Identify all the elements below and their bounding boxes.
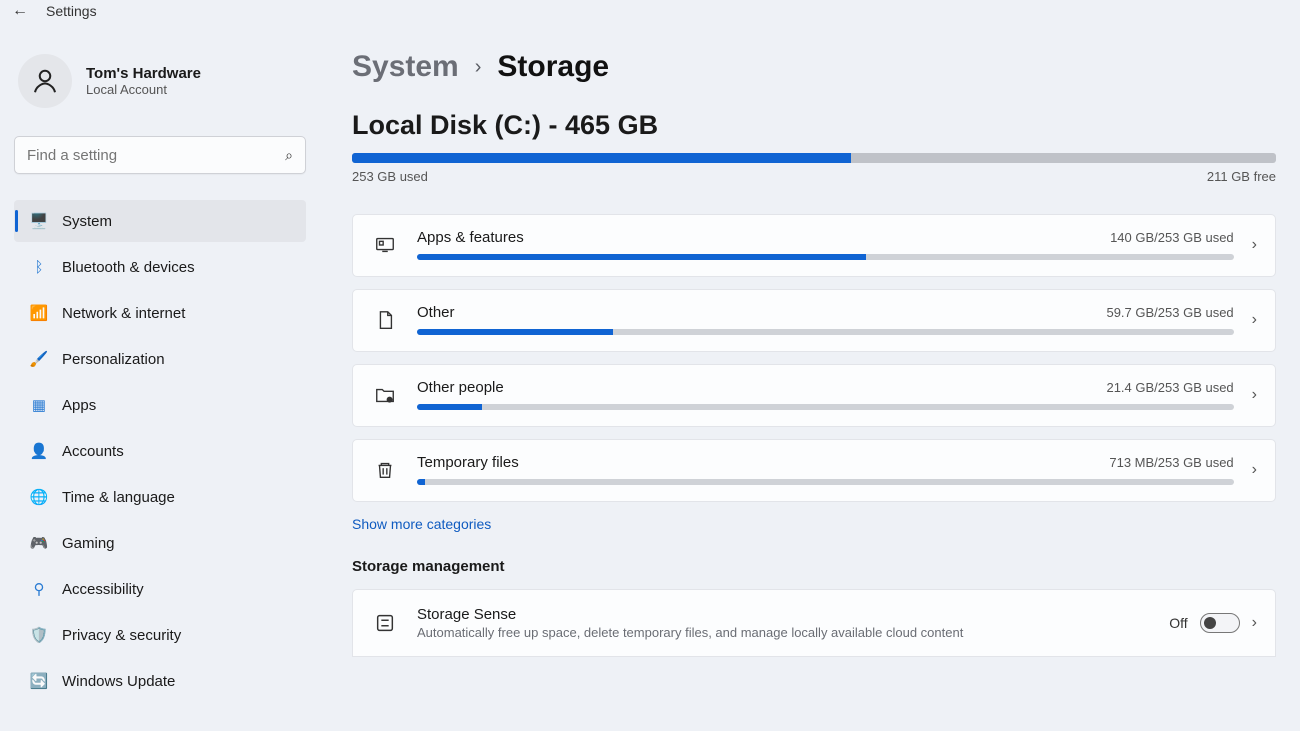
network-icon: 📶: [30, 304, 48, 322]
apps-icon: ▦: [30, 396, 48, 414]
category-usage: 140 GB/253 GB used: [1110, 230, 1234, 245]
nav-item-label: Apps: [62, 397, 96, 414]
nav-item-label: Accessibility: [62, 581, 144, 598]
storage-sense-desc: Automatically free up space, delete temp…: [417, 625, 963, 640]
personalization-icon: 🖌️: [30, 350, 48, 368]
sidebar: Tom's Hardware Local Account ⌕ 🖥️ System ᛒ…: [0, 26, 320, 731]
chevron-right-icon[interactable]: ›: [1252, 386, 1257, 404]
nav-item-network[interactable]: 📶 Network & internet: [14, 292, 306, 334]
disk-free-label: 211 GB free: [1207, 169, 1276, 184]
breadcrumb: System › Storage: [352, 50, 1276, 84]
person-icon: [30, 66, 60, 96]
nav-item-label: Time & language: [62, 489, 175, 506]
update-icon: 🔄: [30, 672, 48, 690]
nav-item-label: Personalization: [62, 351, 165, 368]
chevron-right-icon[interactable]: ›: [1252, 461, 1257, 479]
storage-sense-card[interactable]: Storage Sense Automatically free up spac…: [352, 589, 1276, 657]
titlebar: ← Settings: [0, 0, 1300, 26]
category-usage: 21.4 GB/253 GB used: [1106, 380, 1233, 395]
category-name: Apps & features: [417, 229, 524, 246]
disk-used-label: 253 GB used: [352, 169, 428, 184]
nav-item-accessibility[interactable]: ⚲ Accessibility: [14, 568, 306, 610]
system-icon: 🖥️: [30, 212, 48, 230]
storage-sense-title: Storage Sense: [417, 606, 963, 623]
chevron-right-icon[interactable]: ›: [1252, 236, 1257, 254]
nav-item-accounts[interactable]: 👤 Accounts: [14, 430, 306, 472]
profile-name: Tom's Hardware: [86, 65, 201, 82]
category-card[interactable]: Apps & features 140 GB/253 GB used ›: [352, 214, 1276, 277]
time-icon: 🌐: [30, 488, 48, 506]
nav-item-label: Privacy & security: [62, 627, 181, 644]
person-folder-icon: [371, 384, 399, 406]
back-arrow-icon[interactable]: ←: [12, 2, 28, 20]
disk-usage-bar: [352, 153, 1276, 163]
file-icon: [371, 309, 399, 331]
category-list: Apps & features 140 GB/253 GB used › Other 5…: [352, 214, 1276, 502]
category-bar: [417, 479, 1234, 485]
chevron-right-icon[interactable]: ›: [1252, 614, 1257, 632]
accounts-icon: 👤: [30, 442, 48, 460]
storage-management-heading: Storage management: [352, 558, 1276, 575]
nav-item-gaming[interactable]: 🎮 Gaming: [14, 522, 306, 564]
search-box[interactable]: ⌕: [14, 136, 306, 174]
nav-item-update[interactable]: 🔄 Windows Update: [14, 660, 306, 702]
gaming-icon: 🎮: [30, 534, 48, 552]
app-title: Settings: [46, 3, 97, 19]
avatar: [18, 54, 72, 108]
nav-item-label: Windows Update: [62, 673, 175, 690]
accessibility-icon: ⚲: [30, 580, 48, 598]
trash-icon: [371, 459, 399, 481]
chevron-right-icon[interactable]: ›: [1252, 311, 1257, 329]
nav-item-label: Accounts: [62, 443, 124, 460]
category-card[interactable]: Other people 21.4 GB/253 GB used ›: [352, 364, 1276, 427]
category-usage: 59.7 GB/253 GB used: [1106, 305, 1233, 320]
nav-item-label: Bluetooth & devices: [62, 259, 195, 276]
category-name: Other people: [417, 379, 504, 396]
nav-item-label: Network & internet: [62, 305, 185, 322]
main-content: System › Storage Local Disk (C:) - 465 G…: [320, 26, 1300, 731]
breadcrumb-current: Storage: [497, 50, 609, 84]
bluetooth-icon: ᛒ: [30, 259, 48, 276]
nav-item-label: Gaming: [62, 535, 115, 552]
profile-subtitle: Local Account: [86, 82, 201, 97]
nav-item-bluetooth[interactable]: ᛒ Bluetooth & devices: [14, 246, 306, 288]
storage-sense-icon: [371, 612, 399, 634]
apps-icon: [371, 234, 399, 256]
nav-item-personalization[interactable]: 🖌️ Personalization: [14, 338, 306, 380]
nav-list: 🖥️ System ᛒ Bluetooth & devices 📶 Network & i…: [14, 200, 306, 702]
nav-item-system[interactable]: 🖥️ System: [14, 200, 306, 242]
profile-block[interactable]: Tom's Hardware Local Account: [14, 36, 306, 136]
nav-item-label: System: [62, 213, 112, 230]
storage-sense-toggle[interactable]: [1200, 613, 1240, 633]
category-bar: [417, 254, 1234, 260]
category-usage: 713 MB/253 GB used: [1109, 455, 1233, 470]
category-bar: [417, 404, 1234, 410]
category-bar: [417, 329, 1234, 335]
category-name: Temporary files: [417, 454, 519, 471]
nav-item-privacy[interactable]: 🛡️ Privacy & security: [14, 614, 306, 656]
toggle-state-label: Off: [1169, 615, 1187, 631]
disk-title: Local Disk (C:) - 465 GB: [352, 110, 1276, 141]
category-name: Other: [417, 304, 455, 321]
privacy-icon: 🛡️: [30, 626, 48, 644]
breadcrumb-parent[interactable]: System: [352, 50, 459, 84]
category-card[interactable]: Temporary files 713 MB/253 GB used ›: [352, 439, 1276, 502]
nav-item-time[interactable]: 🌐 Time & language: [14, 476, 306, 518]
search-icon: ⌕: [285, 147, 293, 164]
nav-item-apps[interactable]: ▦ Apps: [14, 384, 306, 426]
category-card[interactable]: Other 59.7 GB/253 GB used ›: [352, 289, 1276, 352]
search-input[interactable]: [27, 147, 285, 164]
chevron-right-icon: ›: [475, 56, 482, 79]
show-more-link[interactable]: Show more categories: [352, 516, 1276, 532]
